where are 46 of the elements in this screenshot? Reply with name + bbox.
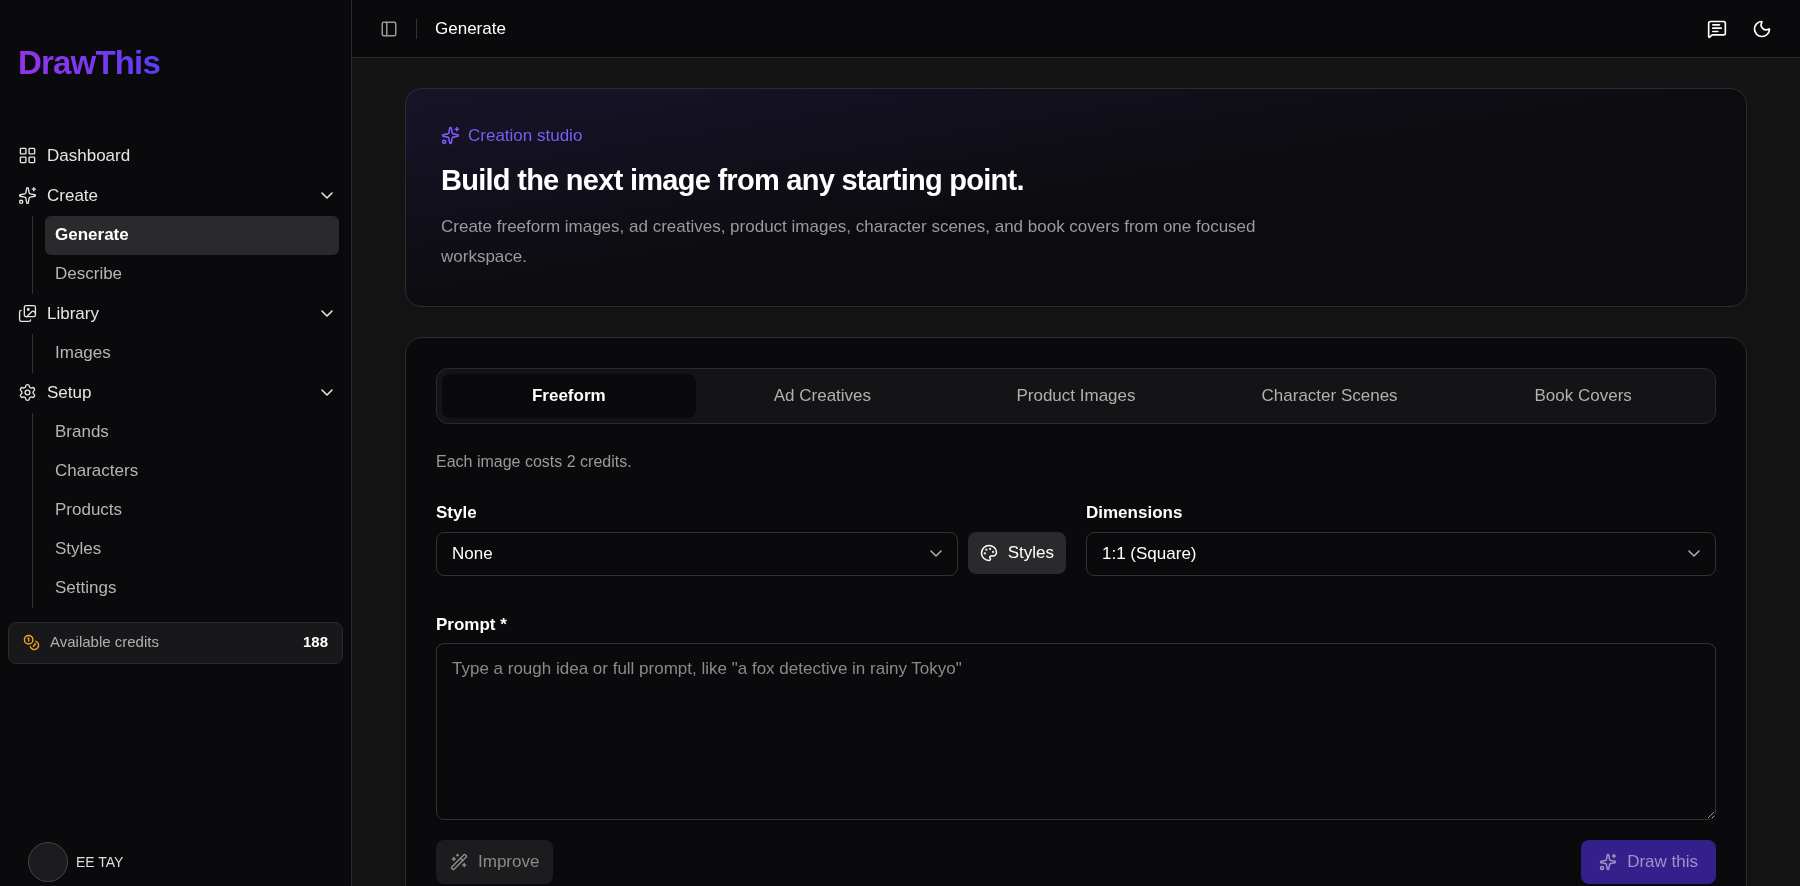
sidebar-item[interactable]: Library bbox=[8, 293, 343, 334]
chevron-icon bbox=[1688, 550, 1700, 557]
dimensions-select[interactable]: 1:1 (Square) bbox=[1086, 531, 1716, 576]
sidebar-subitem[interactable]: Characters bbox=[45, 451, 339, 491]
page-title: Generate bbox=[435, 17, 506, 40]
credits-value: 188 bbox=[302, 632, 328, 653]
hero-description: Create freeform images, ad creatives, product images, character scenes, and book covers from one focused workspace. bbox=[441, 216, 1257, 268]
sidebar-toggle-icon[interactable] bbox=[380, 19, 398, 38]
eyebrow-label: Creation studio bbox=[468, 125, 583, 147]
palette-icon bbox=[979, 543, 998, 562]
sidebar-subitem[interactable]: Describe bbox=[45, 254, 339, 294]
settings-icon bbox=[18, 383, 37, 402]
sidebar-subitem[interactable]: Styles bbox=[45, 529, 339, 569]
chevron-icon bbox=[929, 550, 942, 557]
tab[interactable]: Book Covers bbox=[1456, 374, 1710, 418]
tab[interactable]: Product Images bbox=[949, 374, 1203, 418]
credits-label: Available credits bbox=[50, 632, 160, 653]
sidebar-subitem[interactable]: Images bbox=[45, 333, 339, 373]
style-select[interactable]: None bbox=[436, 531, 958, 576]
field-label: Prompt * bbox=[436, 613, 508, 636]
sidebar-item[interactable]: Create bbox=[8, 175, 343, 216]
tab[interactable]: Freeform bbox=[442, 374, 696, 418]
cost-note: Each image costs 2 credits. bbox=[436, 452, 633, 472]
sidebar-subitem[interactable]: Settings bbox=[45, 568, 339, 608]
dashboard-icon bbox=[18, 146, 37, 165]
user-name: EE TAY bbox=[76, 852, 124, 872]
sidebar-item[interactable]: Setup bbox=[8, 372, 343, 413]
sidebar-subitem[interactable]: Generate bbox=[45, 215, 339, 255]
theme-icon[interactable] bbox=[1752, 18, 1772, 39]
prompt-field[interactable]: Type a rough idea or full prompt, like "a fox detective in rainy Tokyo" bbox=[436, 643, 1716, 820]
sparkles-icon bbox=[1599, 853, 1618, 871]
images-icon bbox=[18, 304, 37, 323]
sidebar-item[interactable]: Dashboard bbox=[8, 135, 343, 176]
feedback-icon[interactable] bbox=[1707, 18, 1727, 39]
tab[interactable]: Ad Creatives bbox=[695, 374, 950, 418]
sidebar-subitem[interactable]: Products bbox=[45, 490, 339, 530]
sidebar-subitem[interactable]: Brands bbox=[45, 412, 339, 452]
sparkles-icon bbox=[441, 126, 460, 146]
sparkles-icon bbox=[18, 186, 37, 205]
tab[interactable]: Character Scenes bbox=[1202, 374, 1457, 418]
hero-title: Build the next image from any starting point. bbox=[441, 162, 1025, 198]
field-label: Dimensions bbox=[1086, 502, 1184, 524]
styles-button[interactable]: Styles bbox=[967, 531, 1066, 574]
magic-wand-icon bbox=[450, 853, 468, 871]
coins-icon bbox=[23, 634, 40, 651]
field-label: Style bbox=[436, 502, 478, 524]
